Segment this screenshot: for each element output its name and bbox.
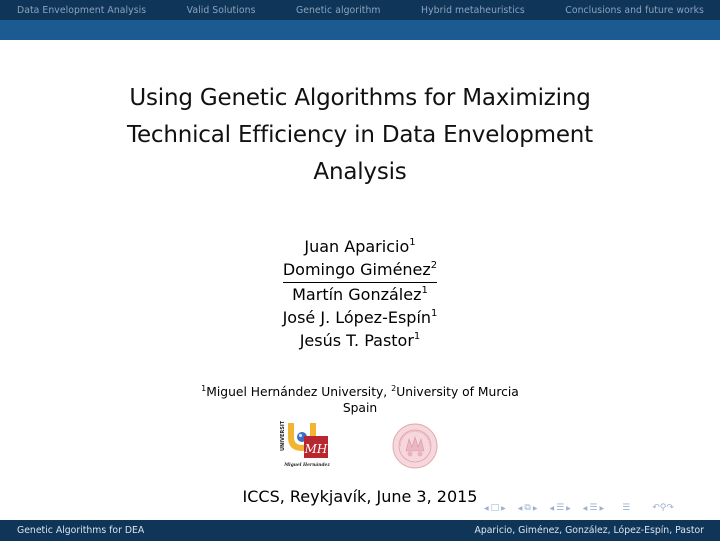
frame-nav[interactable]: ◀ □ ▶: [482, 503, 508, 513]
logos: UNIVERSITAS MH Miguel Hernández: [0, 421, 720, 469]
search-icon[interactable]: ⚲: [660, 503, 667, 513]
nav-section-hybrid-metaheuristics[interactable]: Hybrid metaheuristics: [421, 5, 525, 16]
right-arrow-icon[interactable]: ▶: [533, 505, 538, 512]
footer-short-title: Genetic Algorithms for DEA: [17, 525, 145, 536]
affiliation-mark: 1: [421, 284, 428, 296]
title-line-1: Using Genetic Algorithms for Maximizing: [129, 85, 591, 111]
author: José J. López-Espín1: [282, 307, 438, 327]
affiliation-mark: 2: [430, 259, 438, 271]
nav-section-dea[interactable]: Data Envelopment Analysis: [17, 5, 146, 16]
umh-vertical-text: UNIVERSITAS: [280, 421, 286, 451]
frame-icon: □: [490, 503, 500, 513]
author: Juan Aparicio1: [304, 236, 416, 256]
subsection-bar: [0, 20, 720, 40]
affiliation-um: University of Murcia: [396, 385, 519, 399]
nav-section-genetic-algorithm[interactable]: Genetic algorithm: [296, 5, 381, 16]
right-arrow-icon[interactable]: ▶: [566, 505, 571, 512]
slide-nav[interactable]: ◀ ⧉ ▶: [516, 503, 540, 513]
back-icon[interactable]: ↶: [652, 503, 660, 513]
footer-bar: Genetic Algorithms for DEA Aparicio, Gim…: [0, 520, 720, 541]
um-seal-logo: [392, 423, 438, 469]
left-arrow-icon[interactable]: ◀: [484, 505, 489, 512]
document-icon: ☰: [622, 503, 631, 513]
author-list: Juan Aparicio1 Domingo Giménez2 Martín G…: [0, 235, 720, 352]
subsection-nav[interactable]: ◀ ☰ ▶: [547, 503, 572, 513]
nav-section-conclusions[interactable]: Conclusions and future works: [565, 5, 704, 16]
title-line-2: Technical Efficiency in Data Envelopment: [127, 122, 593, 148]
search-back-forward[interactable]: ↶ ⚲ ↷: [652, 503, 674, 513]
footer-short-authors: Aparicio, Giménez, González, López-Espín…: [474, 525, 704, 536]
author: Martín González1: [292, 284, 428, 304]
affiliations: 1Miguel Hernández University, 2Universit…: [0, 384, 720, 416]
forward-icon[interactable]: ↷: [666, 503, 674, 513]
author: Jesús T. Pastor1: [299, 330, 421, 350]
affiliation-country: Spain: [342, 401, 378, 415]
document-nav[interactable]: ☰: [622, 503, 630, 513]
slides-icon: ⧉: [524, 503, 531, 513]
affiliation-line: 1Miguel Hernández University, 2Universit…: [201, 383, 519, 399]
affiliation-mark: 1: [413, 330, 421, 342]
left-arrow-icon[interactable]: ◀: [549, 505, 554, 512]
subsection-icon: ☰: [556, 503, 565, 513]
umh-monogram: MH: [304, 442, 328, 456]
affiliation-umh: Miguel Hernández University,: [206, 385, 392, 399]
section-navigation-bar: Data Envelopment Analysis Valid Solution…: [0, 0, 720, 20]
left-arrow-icon[interactable]: ◀: [583, 505, 588, 512]
right-arrow-icon[interactable]: ▶: [501, 505, 506, 512]
affiliation-mark: 1: [409, 236, 416, 248]
nav-section-valid-solutions[interactable]: Valid Solutions: [187, 5, 256, 16]
left-arrow-icon[interactable]: ◀: [518, 505, 523, 512]
beamer-navigation-controls: ◀ □ ▶ ◀ ⧉ ▶ ◀ ☰ ▶ ◀ ☰ ▶ ☰ ↶ ⚲ ↷: [482, 501, 682, 515]
slide-title: Using Genetic Algorithms for Maximizing …: [0, 80, 720, 191]
author-presenter: Domingo Giménez2: [0, 258, 720, 283]
umh-caption: Miguel Hernández: [283, 463, 330, 468]
affiliation-mark: 1: [431, 307, 438, 319]
right-arrow-icon[interactable]: ▶: [599, 505, 604, 512]
section-icon: ☰: [589, 503, 598, 513]
section-nav[interactable]: ◀ ☰ ▶: [581, 503, 606, 513]
umh-logo: UNIVERSITAS MH Miguel Hernández: [280, 421, 334, 469]
title-line-3: Analysis: [313, 159, 407, 185]
